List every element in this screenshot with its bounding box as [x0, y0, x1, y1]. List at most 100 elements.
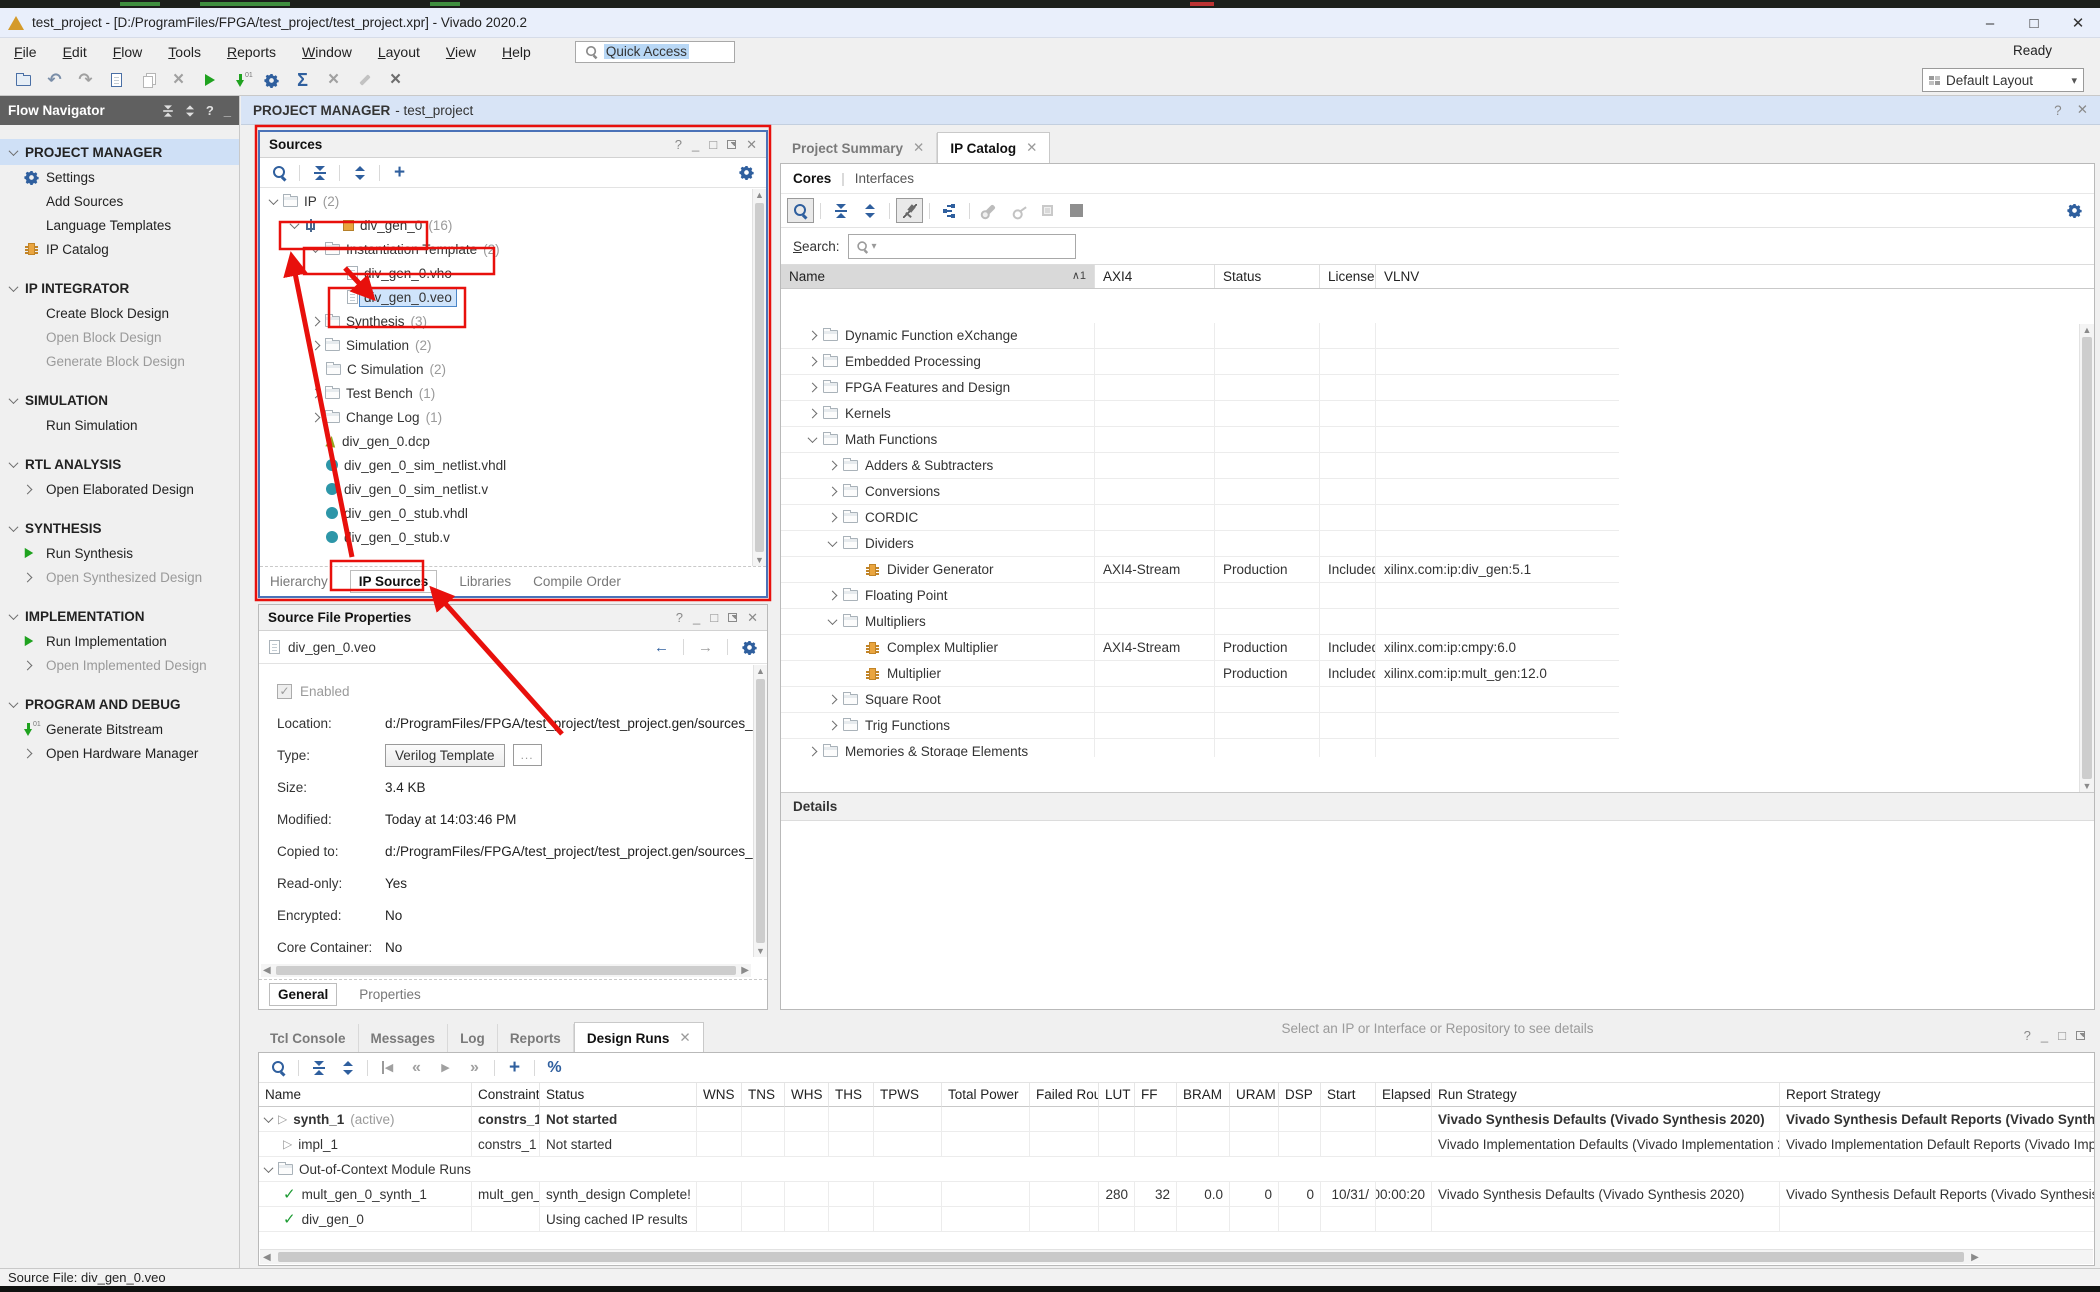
column-header-axi4[interactable]: AXI4: [1094, 265, 1214, 288]
nav-item-language-templates[interactable]: Language Templates: [0, 213, 239, 237]
settings-button[interactable]: [2061, 198, 2088, 223]
help-icon[interactable]: ?: [2054, 103, 2062, 118]
chevron-expanded-icon[interactable]: [311, 243, 321, 253]
layout-selector[interactable]: Default Layout ▾: [1922, 68, 2084, 92]
maximize-button[interactable]: □: [2012, 8, 2056, 38]
ip-row-memories-&-storage-elements[interactable]: Memories & Storage Elements: [781, 739, 2079, 757]
column-header-name[interactable]: Name∧1: [781, 265, 1094, 288]
close-x-button[interactable]: ×: [382, 68, 409, 93]
ip-row-dynamic-function-exchange[interactable]: Dynamic Function eXchange: [781, 323, 2079, 349]
source-item-synthesis[interactable]: Synthesis(3): [260, 309, 752, 333]
tab-ip-catalog[interactable]: IP Catalog✕: [937, 132, 1050, 163]
chevron-expanded-icon[interactable]: [9, 394, 19, 404]
expand-all-icon[interactable]: [185, 105, 195, 116]
column-header-name[interactable]: Name: [259, 1083, 471, 1107]
column-header-total-power[interactable]: Total Power: [941, 1083, 1029, 1107]
minimize-icon[interactable]: _: [692, 137, 699, 152]
chevron-collapsed-icon[interactable]: [828, 695, 838, 705]
chevron-collapsed-icon[interactable]: [808, 409, 818, 419]
run-row-impl_1[interactable]: ▷impl_1constrs_1Not startedVivado Implem…: [259, 1132, 2094, 1157]
close-icon[interactable]: ✕: [2077, 102, 2088, 118]
close-tab-icon[interactable]: ✕: [913, 140, 924, 156]
tab-messages[interactable]: Messages: [359, 1024, 449, 1053]
back-arrow-icon[interactable]: ←: [654, 639, 669, 656]
chevron-expanded-icon[interactable]: [9, 146, 19, 156]
ip-catalog-scrollbar[interactable]: ▲ ▼: [2079, 324, 2094, 792]
nav-item-generate-bitstream[interactable]: 01Generate Bitstream: [0, 717, 239, 741]
tab-tcl-console[interactable]: Tcl Console: [258, 1024, 359, 1053]
chevron-collapsed-icon[interactable]: [311, 388, 321, 398]
undo-button[interactable]: ↶: [41, 68, 68, 93]
menu-flow[interactable]: Flow: [113, 44, 143, 60]
source-item-div_gen_0.vho[interactable]: div_gen_0.vho: [260, 261, 752, 285]
nav-item-settings[interactable]: Settings: [0, 165, 239, 189]
ip-row-floating-point[interactable]: Floating Point: [781, 583, 2079, 609]
nav-section-rtl-analysis[interactable]: RTL ANALYSIS: [0, 451, 239, 477]
chevron-expanded-icon[interactable]: [9, 282, 19, 292]
close-tab-icon[interactable]: ✕: [1026, 140, 1037, 156]
column-header-ff[interactable]: FF: [1134, 1083, 1176, 1107]
source-item-div_gen_0_sim_netlist.v[interactable]: div_gen_0_sim_netlist.v: [260, 477, 752, 501]
menu-window[interactable]: Window: [302, 44, 352, 60]
menu-layout[interactable]: Layout: [378, 44, 420, 60]
column-header-run-strategy[interactable]: Run Strategy: [1431, 1083, 1779, 1107]
help-icon[interactable]: ?: [675, 137, 682, 152]
menu-help[interactable]: Help: [502, 44, 531, 60]
delete-button[interactable]: ×: [165, 68, 192, 93]
ip-row-adders-&-subtracters[interactable]: Adders & Subtracters: [781, 453, 2079, 479]
tab-design-runs[interactable]: Design Runs✕: [574, 1022, 704, 1053]
source-item-div_gen_0[interactable]: div_gen_0(16): [260, 213, 752, 237]
ip-settings-button[interactable]: [1034, 198, 1061, 223]
nav-item-open-implemented-design[interactable]: Open Implemented Design: [0, 653, 239, 677]
chevron-expanded-icon[interactable]: [9, 522, 19, 532]
sfp-vertical-scrollbar[interactable]: ▲▼: [753, 665, 767, 957]
close-tab-icon[interactable]: ✕: [679, 1030, 690, 1046]
tab-libraries[interactable]: Libraries: [459, 574, 511, 589]
nav-item-open-block-design[interactable]: Open Block Design: [0, 325, 239, 349]
column-header-failed-routes[interactable]: Failed Routes: [1029, 1083, 1098, 1107]
minimize-icon[interactable]: _: [224, 103, 231, 118]
chevron-collapsed-icon[interactable]: [311, 340, 321, 350]
add-button[interactable]: +: [501, 1055, 528, 1080]
column-header-vlnv[interactable]: VLNV: [1375, 265, 1619, 288]
source-item-div_gen_0_stub.v[interactable]: div_gen_0_stub.v: [260, 525, 752, 549]
run-row-mult_gen_0_synth_1[interactable]: ✓mult_gen_0_synth_1mult_gen_0synth_desig…: [259, 1182, 2094, 1207]
float-icon[interactable]: [727, 140, 736, 149]
nav-item-create-block-design[interactable]: Create Block Design: [0, 301, 239, 325]
search-button[interactable]: [787, 198, 814, 223]
menu-view[interactable]: View: [446, 44, 476, 60]
nav-item-run-implementation[interactable]: Run Implementation: [0, 629, 239, 653]
cancel-button[interactable]: ×: [320, 68, 347, 93]
ip-search-input[interactable]: ▾: [848, 234, 1076, 259]
customize-ip-button[interactable]: [976, 198, 1003, 223]
collapse-all-button[interactable]: [306, 160, 333, 185]
chevron-collapsed-icon[interactable]: [808, 383, 818, 393]
column-header-ths[interactable]: THS: [828, 1083, 873, 1107]
nav-item-add-sources[interactable]: Add Sources: [0, 189, 239, 213]
chevron-expanded-icon[interactable]: [828, 537, 838, 547]
nav-item-open-elaborated-design[interactable]: Open Elaborated Design: [0, 477, 239, 501]
column-header-lut[interactable]: LUT: [1098, 1083, 1134, 1107]
expand-all-button[interactable]: [856, 198, 883, 223]
minimize-icon[interactable]: _: [2041, 1028, 2048, 1043]
column-header-constraints[interactable]: Constraints: [471, 1083, 539, 1107]
maximize-icon[interactable]: □: [2058, 1028, 2066, 1043]
chevron-collapsed-icon[interactable]: [23, 748, 33, 758]
column-header-license[interactable]: License: [1319, 265, 1375, 288]
nav-section-implementation[interactable]: IMPLEMENTATION: [0, 603, 239, 629]
chevron-expanded-icon[interactable]: [808, 433, 818, 443]
copy-button[interactable]: [134, 68, 161, 93]
close-icon[interactable]: ✕: [747, 610, 758, 626]
ip-row-square-root[interactable]: Square Root: [781, 687, 2079, 713]
chevron-collapsed-icon[interactable]: [311, 412, 321, 422]
ip-row-math-functions[interactable]: Math Functions: [781, 427, 2079, 453]
ip-row-embedded-processing[interactable]: Embedded Processing: [781, 349, 2079, 375]
nav-section-project-manager[interactable]: PROJECT MANAGER: [0, 139, 239, 165]
nav-item-run-simulation[interactable]: Run Simulation: [0, 413, 239, 437]
edit-button[interactable]: [351, 68, 378, 93]
hierarchy-button[interactable]: [936, 198, 963, 223]
chevron-collapsed-icon[interactable]: [828, 721, 838, 731]
forward-arrow-icon[interactable]: →: [698, 639, 713, 656]
collapse-all-button[interactable]: [827, 198, 854, 223]
float-icon[interactable]: [2076, 1031, 2085, 1040]
